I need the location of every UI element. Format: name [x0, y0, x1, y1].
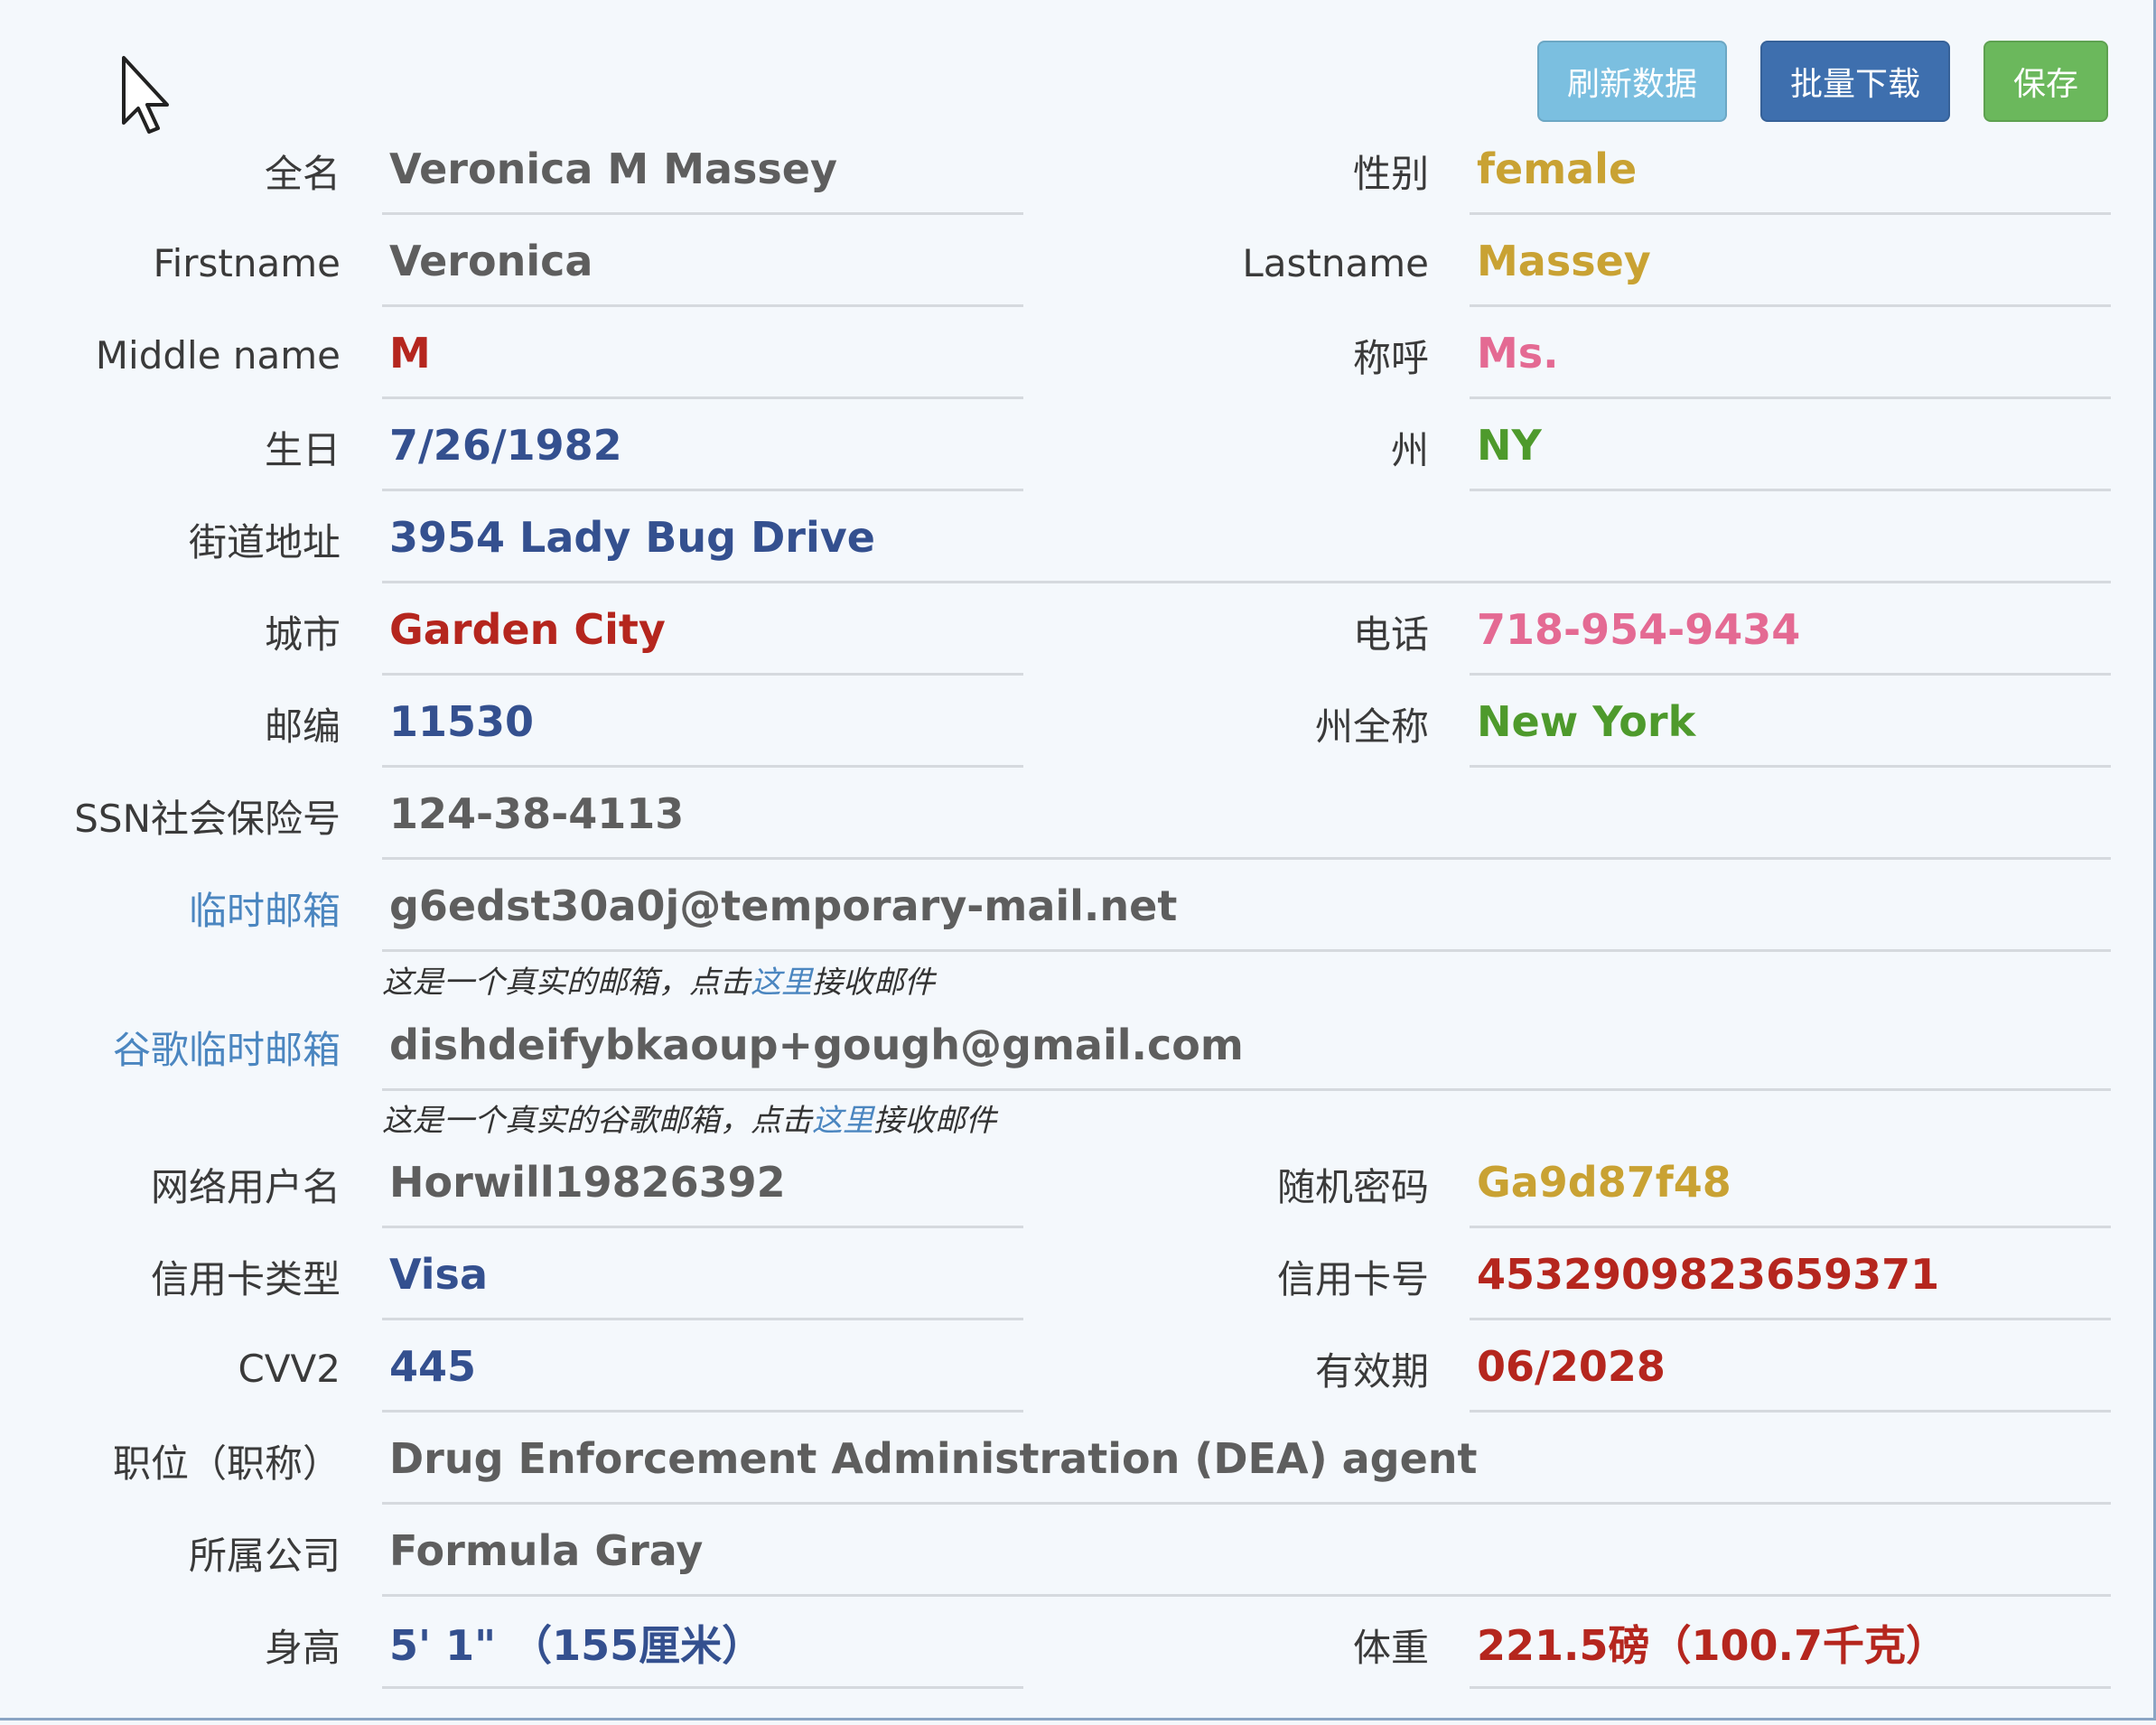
- weight-field[interactable]: 221.5磅（100.7千克）: [1470, 1599, 2111, 1689]
- row-city: 城市 Garden City 电话 718-954-9434: [0, 585, 2156, 677]
- title-field[interactable]: Ms.: [1470, 309, 2111, 399]
- row-username: 网络用户名 Horwill19826392 随机密码 Ga9d87f48: [0, 1138, 2156, 1230]
- toolbar: 刷新数据 批量下载 保存: [1537, 41, 2108, 122]
- password-field[interactable]: Ga9d87f48: [1470, 1138, 2111, 1228]
- gender-label: 性别: [1352, 151, 1429, 196]
- mouse-cursor-icon: [122, 56, 169, 134]
- password-label: 随机密码: [1276, 1164, 1429, 1209]
- zip-field[interactable]: 11530: [382, 677, 1023, 768]
- state-full-label: 州全称: [1314, 704, 1429, 749]
- city-field[interactable]: Garden City: [382, 585, 1023, 676]
- row-height: 身高 5' 1" （155厘米） 体重 221.5磅（100.7千克）: [0, 1599, 2156, 1691]
- username-field[interactable]: Horwill19826392: [382, 1138, 1023, 1228]
- row-card: 信用卡类型 Visa 信用卡号 4532909823659371: [0, 1230, 2156, 1322]
- lastname-label: Lastname: [1242, 240, 1429, 285]
- firstname-field[interactable]: Veronica: [382, 217, 1023, 307]
- gmail-note-suffix: 接收邮件: [873, 1103, 996, 1139]
- zip-label: 邮编: [264, 704, 341, 749]
- temp-email-note: 这是一个真实的邮箱，点击这里接收邮件: [382, 957, 935, 1002]
- card-number-field[interactable]: 4532909823659371: [1470, 1230, 2111, 1320]
- state-field[interactable]: NY: [1470, 401, 2111, 491]
- row-temp-email: 临时邮箱 g6edst30a0j@temporary-mail.net: [0, 862, 2156, 954]
- row-zip: 邮编 11530 州全称 New York: [0, 677, 2156, 769]
- gender-field[interactable]: female: [1470, 125, 2111, 215]
- card-type-field[interactable]: Visa: [382, 1230, 1023, 1320]
- expiry-field[interactable]: 06/2028: [1470, 1322, 2111, 1413]
- state-label: 州: [1390, 427, 1429, 472]
- temp-email-inbox-link[interactable]: 这里: [751, 965, 812, 1001]
- job-label: 职位（职称）: [112, 1441, 341, 1486]
- phone-field[interactable]: 718-954-9434: [1470, 585, 2111, 676]
- row-street: 街道地址 3954 Lady Bug Drive: [0, 493, 2156, 585]
- street-field[interactable]: 3954 Lady Bug Drive: [382, 493, 2111, 583]
- ssn-label: SSN社会保险号: [74, 796, 341, 841]
- row-middlename: Middle name M 称呼 Ms.: [0, 309, 2156, 401]
- row-birthday: 生日 7/26/1982 州 NY: [0, 401, 2156, 493]
- fullname-field[interactable]: Veronica M Massey: [382, 125, 1023, 215]
- birthday-label: 生日: [264, 427, 341, 472]
- cvv-field[interactable]: 445: [382, 1322, 1023, 1413]
- card-type-label: 信用卡类型: [150, 1256, 341, 1301]
- temp-email-label[interactable]: 临时邮箱: [189, 862, 341, 954]
- cvv-label: CVV2: [238, 1346, 341, 1391]
- gmail-note-text: 这是一个真实的谷歌邮箱，点击: [382, 1103, 812, 1139]
- username-label: 网络用户名: [150, 1164, 341, 1209]
- firstname-label: Firstname: [153, 240, 341, 285]
- batch-download-button[interactable]: 批量下载: [1760, 41, 1950, 122]
- street-label: 街道地址: [188, 519, 341, 564]
- temp-email-note-suffix: 接收邮件: [812, 965, 935, 1001]
- temp-email-note-text: 这是一个真实的邮箱，点击: [382, 965, 751, 1001]
- ssn-field[interactable]: 124-38-4113: [382, 769, 2111, 860]
- temp-email-field[interactable]: g6edst30a0j@temporary-mail.net: [382, 862, 2111, 952]
- refresh-data-button[interactable]: 刷新数据: [1537, 41, 1727, 122]
- height-field[interactable]: 5' 1" （155厘米）: [382, 1599, 1023, 1689]
- card-number-label: 信用卡号: [1276, 1256, 1429, 1301]
- gmail-note: 这是一个真实的谷歌邮箱，点击这里接收邮件: [382, 1096, 996, 1140]
- save-button[interactable]: 保存: [1983, 41, 2108, 122]
- middlename-label: Middle name: [95, 332, 341, 378]
- expiry-label: 有效期: [1314, 1348, 1429, 1394]
- row-fullname: 全名 Veronica M Massey 性别 female: [0, 125, 2156, 217]
- company-label: 所属公司: [188, 1533, 341, 1578]
- height-label: 身高: [264, 1625, 341, 1670]
- gmail-field[interactable]: dishdeifybkaoup+gough@gmail.com: [382, 1001, 2111, 1091]
- row-firstname: Firstname Veronica Lastname Massey: [0, 217, 2156, 309]
- row-company: 所属公司 Formula Gray: [0, 1506, 2156, 1599]
- row-job: 职位（职称） Drug Enforcement Administration (…: [0, 1414, 2156, 1506]
- state-full-field[interactable]: New York: [1470, 677, 2111, 768]
- fullname-label: 全名: [264, 151, 341, 196]
- row-cvv: CVV2 445 有效期 06/2028: [0, 1322, 2156, 1414]
- gmail-inbox-link[interactable]: 这里: [812, 1103, 873, 1139]
- row-ssn: SSN社会保险号 124-38-4113: [0, 769, 2156, 862]
- weight-label: 体重: [1352, 1625, 1429, 1670]
- gmail-label[interactable]: 谷歌临时邮箱: [113, 1001, 341, 1093]
- middlename-field[interactable]: M: [382, 309, 1023, 399]
- birthday-field[interactable]: 7/26/1982: [382, 401, 1023, 491]
- job-field[interactable]: Drug Enforcement Administration (DEA) ag…: [382, 1414, 2111, 1505]
- row-gmail: 谷歌临时邮箱 dishdeifybkaoup+gough@gmail.com: [0, 1001, 2156, 1093]
- lastname-field[interactable]: Massey: [1470, 217, 2111, 307]
- city-label: 城市: [264, 611, 341, 657]
- company-field[interactable]: Formula Gray: [382, 1506, 2111, 1597]
- title-label: 称呼: [1352, 335, 1429, 380]
- phone-label: 电话: [1352, 611, 1429, 657]
